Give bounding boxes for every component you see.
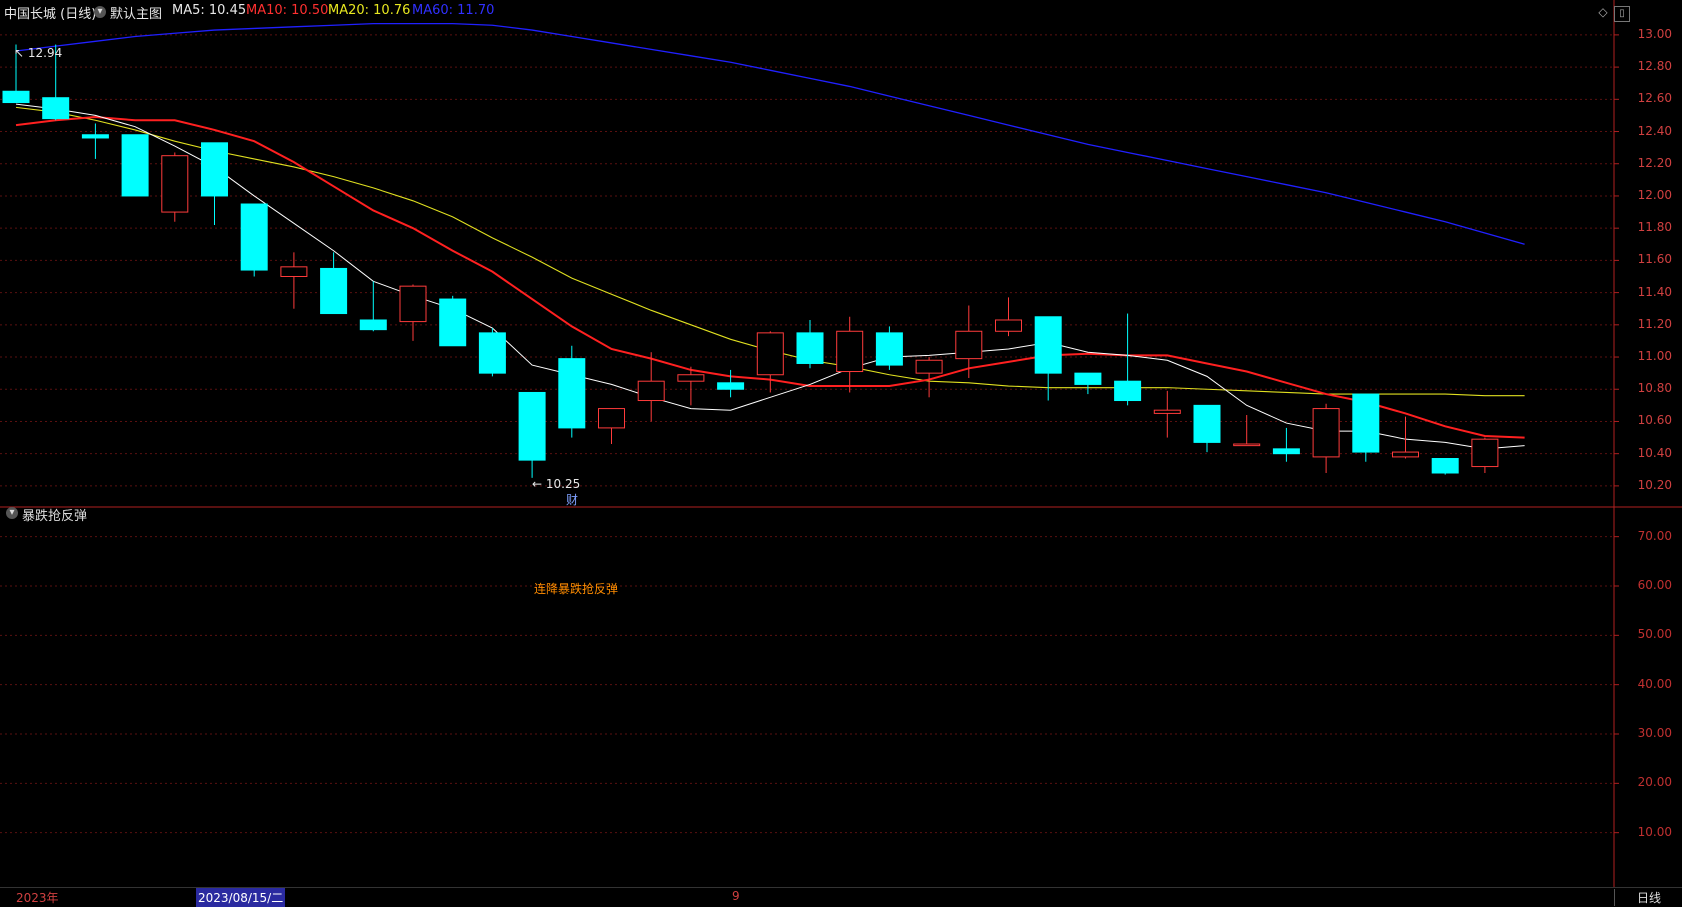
price-tick-label: 11.40 xyxy=(1637,284,1672,299)
window-toggle-icon[interactable]: ▯ xyxy=(1614,6,1630,22)
year-label: 2023年 xyxy=(16,891,59,905)
price-tick-label: 11.60 xyxy=(1637,252,1672,267)
indicator-title: 暴跌抢反弹 xyxy=(22,509,88,524)
date-cursor-label: 2023/08/15/二 xyxy=(196,888,286,907)
candle-body-down xyxy=(558,358,586,429)
ma60-label: MA60: 11.70 xyxy=(412,3,495,18)
price-tick-label: 12.20 xyxy=(1637,155,1672,170)
candle-body-down xyxy=(1193,404,1221,443)
indicator-tick-label: 40.00 xyxy=(1637,676,1672,691)
candle-body-up xyxy=(161,155,189,213)
diamond-icon[interactable]: ◇ xyxy=(1596,6,1610,20)
candle-body-up xyxy=(915,359,943,374)
candle-body-down xyxy=(81,134,109,139)
main-chart-label[interactable]: 默认主图 xyxy=(110,3,162,22)
candle-body-down xyxy=(121,134,149,197)
candle-body-up xyxy=(1471,438,1499,468)
candle-body-up xyxy=(280,266,308,277)
ma20-label: MA20: 10.76 xyxy=(328,3,411,18)
candle-body-up xyxy=(399,285,427,323)
candle-body-down xyxy=(1431,458,1459,474)
candle-body-down xyxy=(1272,448,1300,455)
stock-title: 中国长城 (日线) xyxy=(4,7,97,22)
high-price-label: ↖ 12.94 xyxy=(14,46,63,60)
candle-body-down xyxy=(42,97,70,120)
price-tick-label: 12.80 xyxy=(1637,59,1672,74)
price-tick-label: 10.20 xyxy=(1637,477,1672,492)
candle-body-up xyxy=(995,319,1022,332)
indicator-tick-label: 60.00 xyxy=(1637,578,1672,592)
chevron-down-icon[interactable]: ▾ xyxy=(6,507,18,519)
candle-body-down xyxy=(1034,316,1062,374)
candle-body-up xyxy=(1312,408,1340,458)
candle-body-up xyxy=(756,332,784,376)
indicator-tick-label: 70.00 xyxy=(1637,528,1672,543)
candle-body-down xyxy=(796,332,824,364)
price-tick-label: 11.00 xyxy=(1637,349,1672,364)
candle-body-down xyxy=(201,142,228,197)
low-price-label: ← 10.25 xyxy=(532,477,581,491)
candle-body-up xyxy=(836,330,864,373)
month-marker: 9 xyxy=(732,889,740,903)
chevron-down-icon[interactable]: ▾ xyxy=(94,6,106,18)
candle-body-down xyxy=(478,332,506,374)
price-tick-label: 13.00 xyxy=(1637,26,1672,41)
date-axis-bar[interactable]: 2023年 2023/08/15/二 9 日线 xyxy=(0,887,1682,907)
candle-body-up xyxy=(637,380,665,402)
candle-body-down xyxy=(1074,372,1102,385)
candle-body-down xyxy=(439,298,467,347)
price-tick-label: 10.60 xyxy=(1637,413,1672,428)
price-tick-label: 12.00 xyxy=(1637,187,1672,202)
indicator-tick-label: 20.00 xyxy=(1637,775,1672,790)
candle-body-down xyxy=(320,267,348,315)
ma10-label: MA10: 10.50 xyxy=(246,3,329,18)
indicator-tick-label: 50.00 xyxy=(1637,627,1672,642)
price-tick-label: 10.80 xyxy=(1637,381,1672,396)
ma5-line xyxy=(15,103,1525,450)
price-tick-label: 12.40 xyxy=(1637,123,1672,138)
candle-body-down xyxy=(518,391,546,461)
candle-body-down xyxy=(359,319,387,331)
price-tick-label: 10.40 xyxy=(1637,445,1672,460)
candle-body-up xyxy=(677,374,705,382)
candle-body-up xyxy=(1233,443,1261,447)
indicator-tick-label: 10.00 xyxy=(1637,824,1672,839)
candle-body-up xyxy=(598,408,625,429)
candle-body-down xyxy=(240,203,268,271)
candle-body-down xyxy=(875,332,903,366)
signal-label: 连降暴跌抢反弹 xyxy=(534,582,619,596)
price-tick-label: 12.60 xyxy=(1637,91,1672,106)
finance-marker[interactable]: 财 xyxy=(566,491,578,508)
candle-body-down xyxy=(717,382,745,390)
candle-body-down xyxy=(1352,393,1380,453)
candle-body-up xyxy=(955,330,983,360)
period-label[interactable]: 日线 xyxy=(1614,889,1682,906)
price-tick-label: 11.20 xyxy=(1637,316,1672,331)
candle-body-up xyxy=(1392,451,1419,458)
candle-body-up xyxy=(1153,409,1181,414)
chart-canvas[interactable] xyxy=(0,0,1682,905)
indicator-tick-label: 30.00 xyxy=(1637,726,1672,740)
ma5-label: MA5: 10.45 xyxy=(172,3,247,18)
price-tick-label: 11.80 xyxy=(1637,220,1672,235)
candle-body-down xyxy=(2,90,30,104)
candle-body-down xyxy=(1114,380,1142,402)
